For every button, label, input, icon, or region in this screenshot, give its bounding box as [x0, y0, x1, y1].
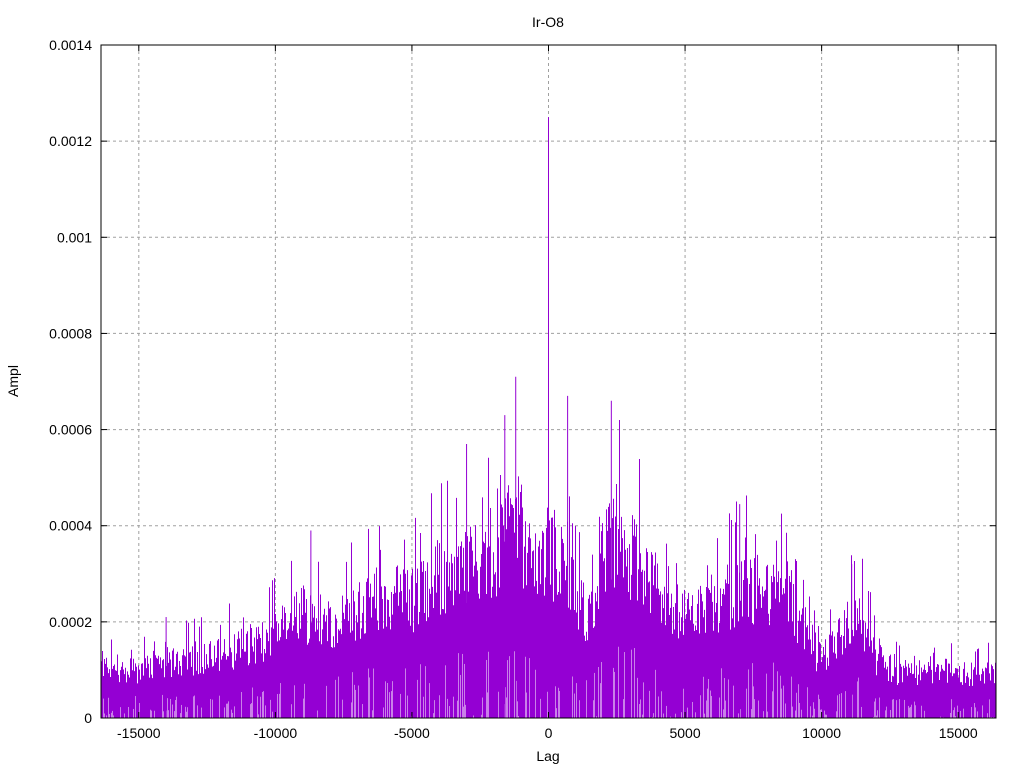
y-tick-label: 0.0008	[49, 325, 92, 341]
y-tick-label: 0.0014	[49, 37, 92, 53]
x-tick-label: 15000	[939, 725, 978, 741]
x-tick-label: 5000	[669, 725, 700, 741]
x-tick-label: -5000	[394, 725, 430, 741]
x-tick-label: 10000	[802, 725, 841, 741]
x-tick-label: 0	[545, 725, 553, 741]
y-tick-label: 0.0012	[49, 133, 92, 149]
y-tick-label: 0.0002	[49, 614, 92, 630]
y-tick-label: 0.0004	[49, 518, 92, 534]
impulse-series	[101, 117, 996, 718]
y-tick-label: 0	[84, 710, 92, 726]
y-tick-label: 0.0006	[49, 422, 92, 438]
x-tick-label: -15000	[117, 725, 161, 741]
x-tick-label: -10000	[254, 725, 298, 741]
y-axis-label: Ampl	[5, 365, 21, 397]
x-axis-label: Lag	[536, 748, 559, 764]
y-tick-label: 0.001	[57, 229, 92, 245]
chart: -15000 -10000 -5000 0 5000 10000 15000 0 0.0002 0…	[5, 14, 997, 764]
chart-title: Ir-O8	[532, 14, 564, 30]
